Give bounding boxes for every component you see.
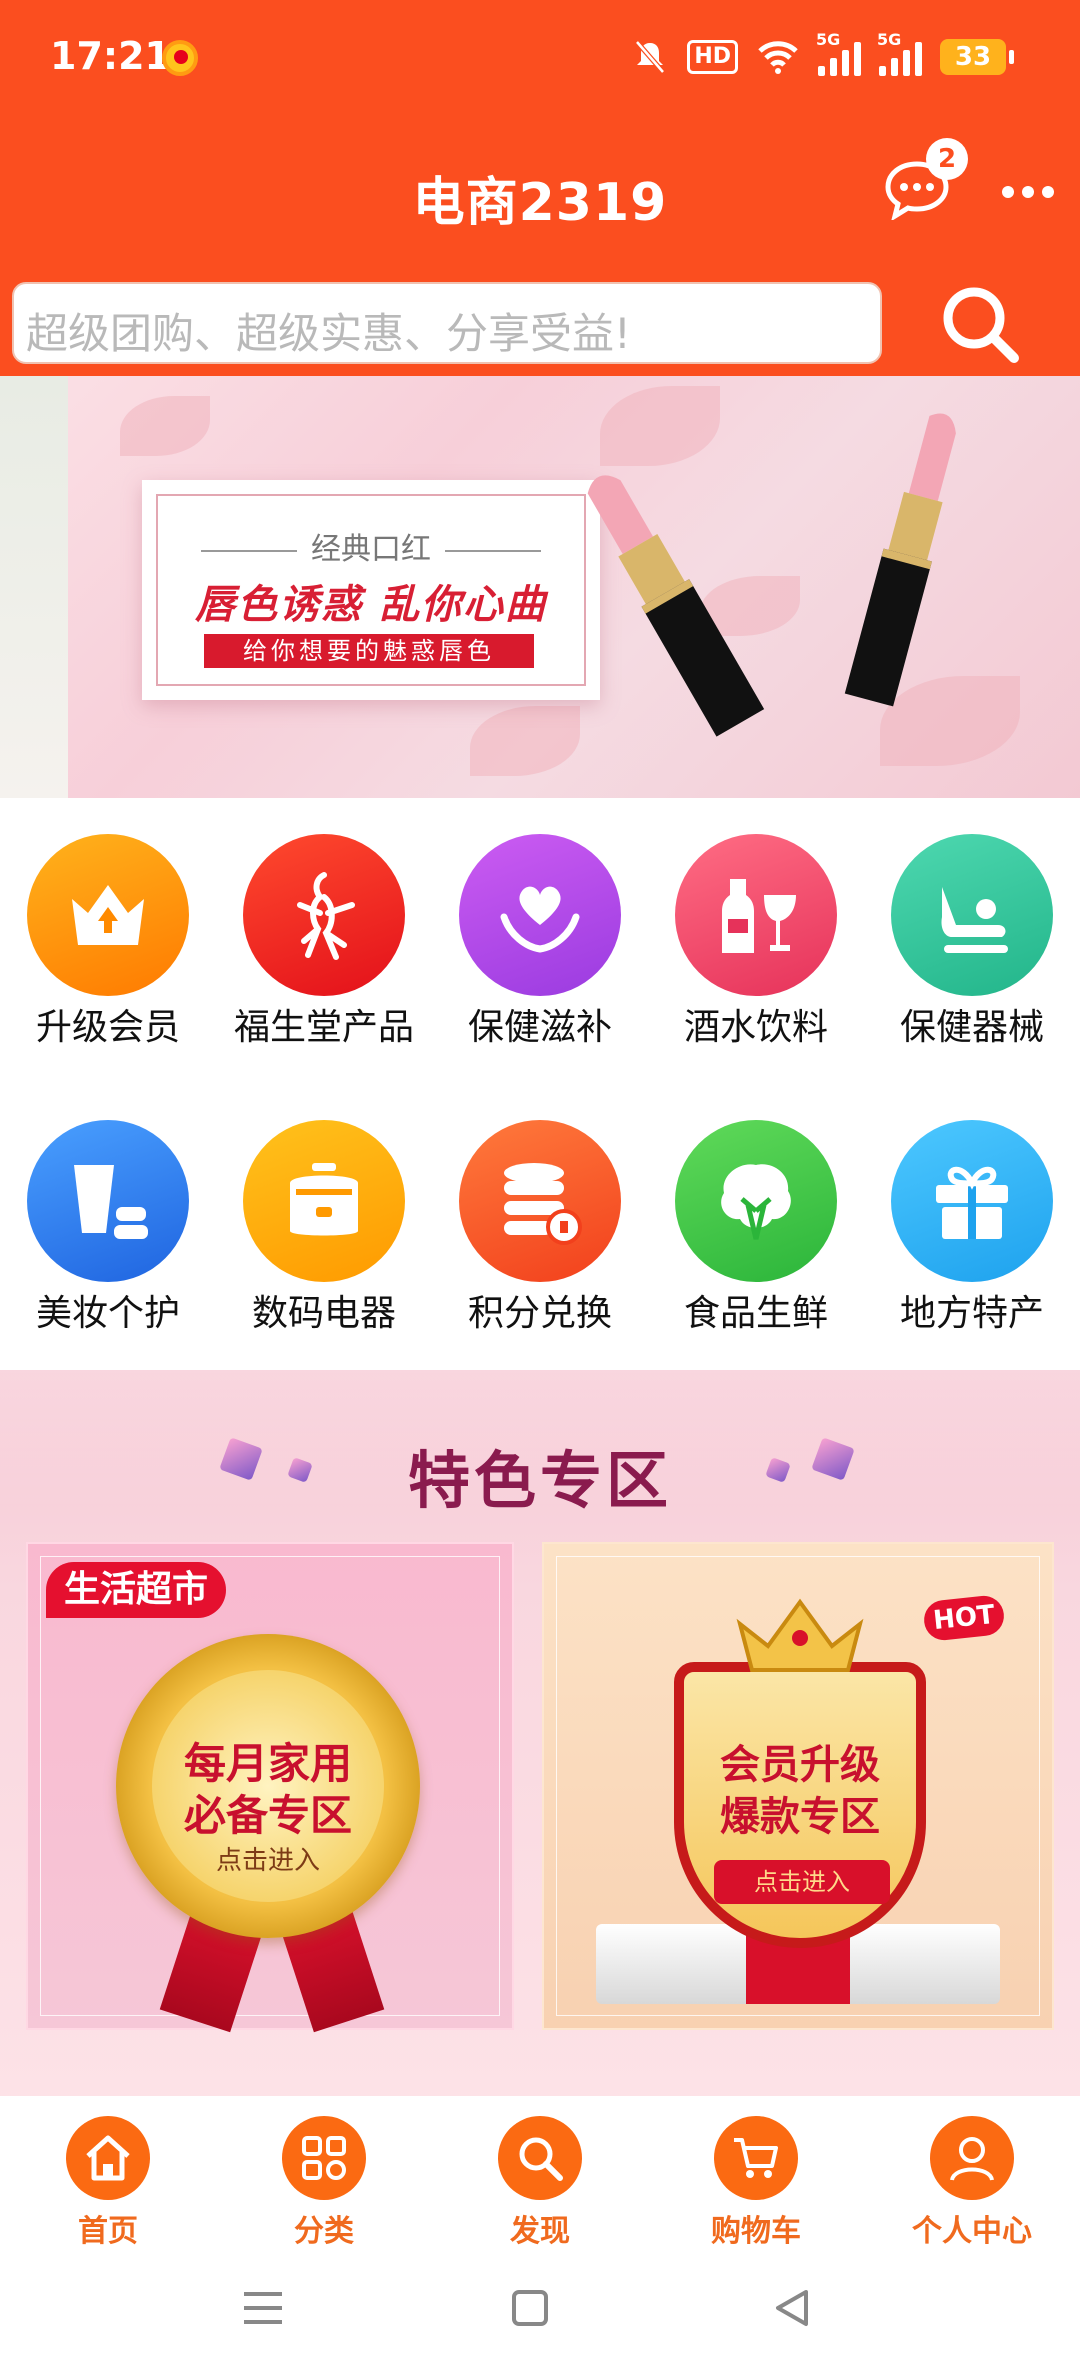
- bell-muted-icon: [635, 40, 666, 74]
- category-label: 福生堂产品: [233, 1007, 414, 1048]
- banner-strip: 给你想要的魅惑唇色: [204, 634, 534, 668]
- category-label: 酒水饮料: [683, 1007, 828, 1048]
- category-label: 食品生鲜: [683, 1293, 828, 1334]
- nav-discover[interactable]: 发现: [432, 2106, 648, 2249]
- cart-icon: [734, 2138, 778, 2178]
- home-square-icon[interactable]: [510, 2288, 550, 2328]
- medal-badge: 每月家用 必备专区 点击进入: [116, 1634, 420, 1938]
- nav-category[interactable]: 分类: [216, 2106, 432, 2249]
- top-bar: 17:21 HD 5G 5G 33 电商2319 2 超级团购、超级实惠、分享受…: [0, 0, 1080, 376]
- back-triangle-icon[interactable]: [772, 2288, 812, 2328]
- banner-headline: 唇色诱惑 乱你心曲: [195, 582, 547, 628]
- crown-upgrade-icon: [27, 834, 189, 996]
- search-input[interactable]: 超级团购、超级实惠、分享受益!: [12, 282, 882, 364]
- category-label: 升级会员: [35, 1007, 180, 1048]
- wifi-icon: [758, 41, 798, 74]
- category-upgrade-member[interactable]: 升级会员: [0, 820, 216, 1060]
- gift-icon: [891, 1120, 1053, 1282]
- nav-label: 首页: [78, 2214, 138, 2249]
- zone-title: 特色专区: [407, 1444, 672, 1517]
- category-points-exchange[interactable]: 积分兑换: [432, 1106, 648, 1346]
- category-label: 积分兑换: [467, 1293, 612, 1334]
- vegetable-icon: [675, 1120, 837, 1282]
- lipstick-image: [844, 413, 956, 707]
- hd-badge: HD: [687, 40, 738, 74]
- home-icon: [86, 2135, 130, 2181]
- member-upgrade-panel[interactable]: HOT 会员升级 爆款专区 点击进入: [542, 1542, 1054, 2030]
- signal-1-icon: 5G: [816, 30, 861, 76]
- rice-cooker-icon: [243, 1120, 405, 1282]
- menu-icon[interactable]: [240, 2288, 286, 2328]
- category-fushengtang[interactable]: 福生堂产品: [216, 820, 432, 1060]
- status-time: 17:21: [50, 34, 171, 78]
- decor-leaf: [120, 396, 210, 456]
- status-icons: HD 5G 5G 33: [631, 30, 1014, 80]
- nav-cart[interactable]: 购物车: [648, 2106, 864, 2249]
- network-type-2: 5G: [877, 30, 902, 49]
- category-fresh-food[interactable]: 食品生鲜: [648, 1106, 864, 1346]
- status-bar: 17:21 HD 5G 5G 33: [0, 0, 1080, 120]
- notification-badge-icon: [162, 40, 198, 76]
- search-icon: [519, 2137, 563, 2181]
- banner-card: 经典口红 唇色诱惑 乱你心曲 给你想要的魅惑唇色: [142, 480, 600, 700]
- promo-banner[interactable]: 经典口红 唇色诱惑 乱你心曲 给你想要的魅惑唇色: [0, 376, 1080, 798]
- bottom-nav: 首页 分类 发现 购物车 个人中心: [0, 2096, 1080, 2249]
- nav-home[interactable]: 首页: [0, 2106, 216, 2249]
- category-label: 地方特产: [899, 1293, 1044, 1334]
- cosmetics-icon: [27, 1120, 189, 1282]
- supermarket-panel[interactable]: 生活超市 每月家用 必备专区 点击进入: [26, 1542, 514, 2033]
- shield-line2: 爆款专区: [720, 1794, 880, 1840]
- category-local-specialty[interactable]: 地方特产: [864, 1106, 1080, 1346]
- search-icon[interactable]: [938, 282, 1024, 368]
- featured-zone: 特色专区 生活超市 每月家用 必备专区 点击进入 HOT 会员升级 爆款专区 点…: [0, 1370, 1080, 2096]
- nav-label: 分类: [294, 2214, 354, 2249]
- nav-label: 个人中心: [912, 2214, 1032, 2249]
- shield-badge: 会员升级 爆款专区: [674, 1662, 926, 1948]
- coins-icon: [459, 1120, 621, 1282]
- category-label: 保健滋补: [467, 1007, 612, 1048]
- nav-profile[interactable]: 个人中心: [864, 2106, 1080, 2249]
- network-type-1: 5G: [816, 30, 841, 49]
- more-options-icon[interactable]: [1002, 186, 1054, 198]
- category-beauty-care[interactable]: 美妆个护: [0, 1106, 216, 1346]
- lipstick-image: [587, 475, 765, 737]
- heart-hands-icon: [459, 834, 621, 996]
- signal-2-icon: 5G: [877, 30, 922, 76]
- crown-icon: [736, 1598, 864, 1672]
- category-health-equipment[interactable]: 保健器械: [864, 820, 1080, 1060]
- ginseng-icon: [243, 834, 405, 996]
- category-label: 保健器械: [899, 1007, 1044, 1048]
- nav-label: 发现: [510, 2214, 570, 2249]
- user-icon: [950, 2137, 994, 2181]
- shield-line1: 会员升级: [720, 1742, 880, 1788]
- massage-chair-icon: [891, 834, 1053, 996]
- category-wine-drinks[interactable]: 酒水饮料: [648, 820, 864, 1060]
- medal-line2: 必备专区: [183, 1791, 352, 1840]
- supermarket-tag: 生活超市: [46, 1562, 227, 1618]
- category-label: 数码电器: [251, 1293, 396, 1334]
- battery-icon: 33: [940, 39, 1014, 75]
- banner-side-image: [0, 376, 68, 798]
- grid-icon: [302, 2136, 346, 2180]
- message-count-badge: 2: [926, 138, 968, 180]
- system-nav-bar: [0, 2248, 1080, 2376]
- medal-cta: 点击进入: [215, 1846, 320, 1876]
- category-digital-appliances[interactable]: 数码电器: [216, 1106, 432, 1346]
- wine-icon: [675, 834, 837, 996]
- nav-label: 购物车: [711, 2214, 801, 2249]
- enter-button[interactable]: 点击进入: [714, 1860, 890, 1904]
- banner-subtitle: 经典口红: [158, 524, 584, 568]
- category-label: 美妆个护: [35, 1293, 180, 1334]
- category-health-tonic[interactable]: 保健滋补: [432, 820, 648, 1060]
- search-placeholder: 超级团购、超级实惠、分享受益!: [26, 309, 631, 358]
